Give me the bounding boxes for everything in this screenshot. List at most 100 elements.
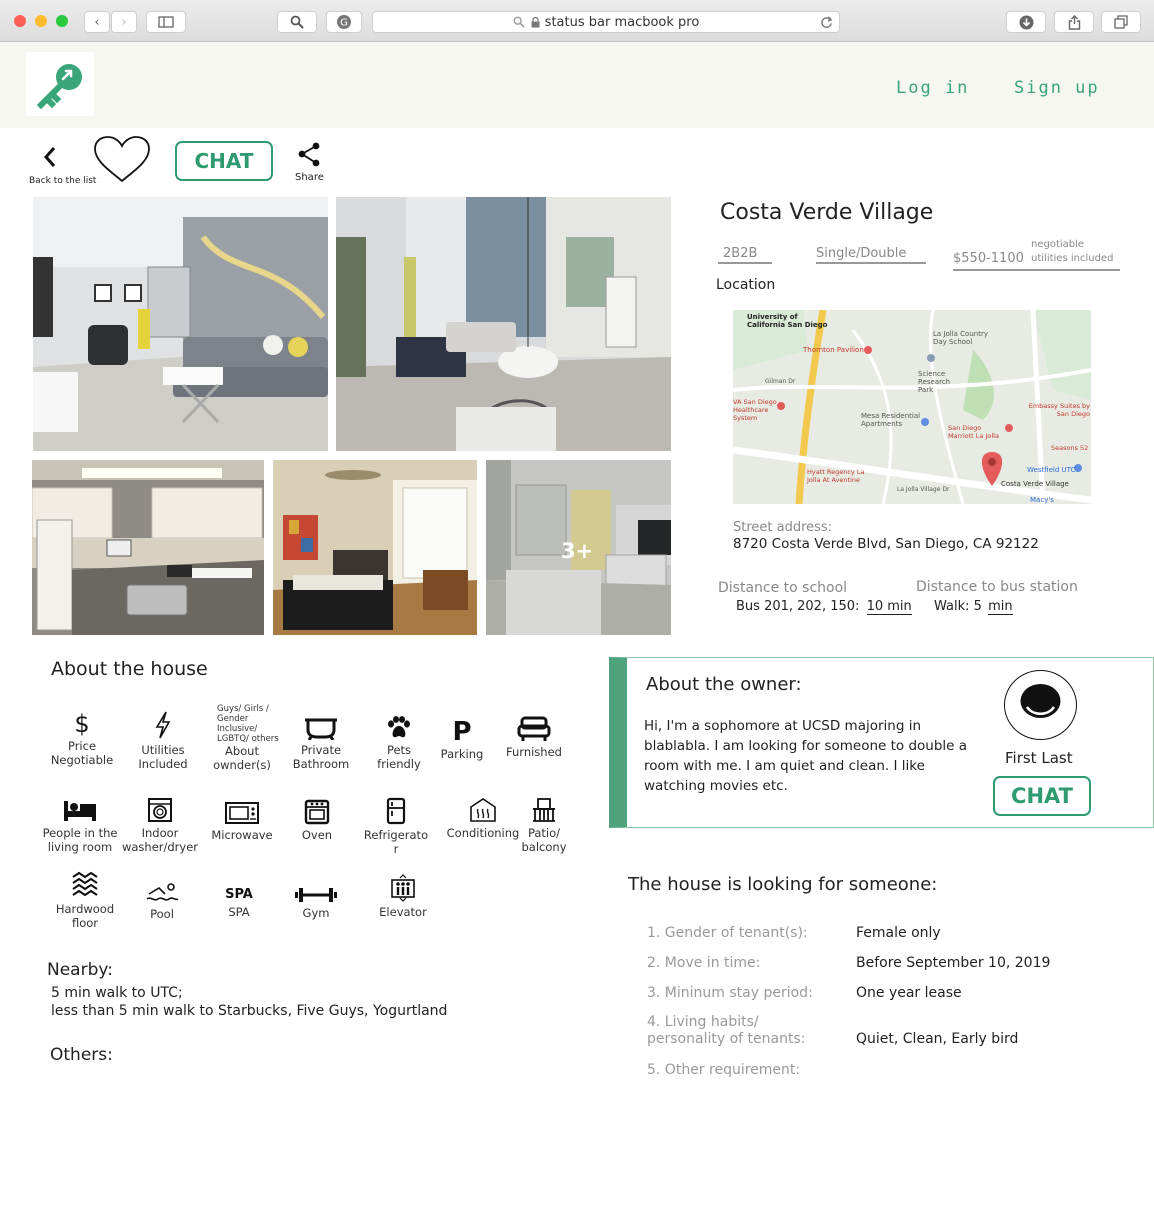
login-link[interactable]: Log in xyxy=(896,78,969,98)
search-icon xyxy=(513,16,525,28)
browser-forward-button[interactable]: › xyxy=(111,11,137,33)
listing-title: Costa Verde Village xyxy=(720,200,934,225)
tabs-overview-button[interactable] xyxy=(1101,11,1141,33)
svg-text:P: P xyxy=(452,717,471,744)
map-label-science-park: Science Research Park xyxy=(918,370,951,394)
price-tag: $550-1100 negotiable utilities included xyxy=(953,239,1120,271)
distance-school-value: Bus 201, 202, 150: 10 min xyxy=(736,599,912,615)
photo-bedroom[interactable] xyxy=(273,460,477,635)
ac-icon xyxy=(470,798,496,822)
map-label-seasons: Seasons 52 xyxy=(1051,444,1089,452)
dumbbell-icon xyxy=(295,888,337,902)
amenity-people-living-room: People in the living room xyxy=(35,799,125,855)
owner-chat-button[interactable]: CHAT xyxy=(993,776,1091,816)
location-label: Location xyxy=(716,277,776,293)
grammarly-button[interactable]: G xyxy=(326,11,362,33)
share-label: Share xyxy=(295,172,324,183)
hardwood-icon xyxy=(72,871,98,897)
back-to-list-button[interactable]: Back to the list xyxy=(28,142,98,188)
browser-window: ‹ › G status bar macbook pro Log in Sign… xyxy=(0,0,1154,1206)
amenity-elevator: Elevator xyxy=(358,874,448,919)
download-icon xyxy=(1019,15,1033,29)
chevron-left-icon xyxy=(43,147,56,167)
minimize-window-button[interactable] xyxy=(35,15,47,27)
more-photos-label: 3+ xyxy=(561,539,594,563)
requirement-habits-key: 4. Living habits/ personality of tenants… xyxy=(647,1014,806,1047)
photo-kitchen[interactable] xyxy=(32,460,264,635)
signup-link[interactable]: Sign up xyxy=(1014,78,1100,98)
owner-avatar[interactable] xyxy=(1004,670,1077,740)
occupancy-tag: Single/Double xyxy=(816,246,926,264)
map-label-macys: Macy's xyxy=(1030,496,1054,504)
back-to-list-label: Back to the list xyxy=(29,176,97,186)
requirement-other-key: 5. Other requirement: xyxy=(647,1062,801,1078)
location-map[interactable]: University of California San Diego Thorn… xyxy=(733,310,1091,504)
share-icon xyxy=(1068,14,1080,30)
fridge-icon xyxy=(386,797,406,825)
chat-button[interactable]: CHAT xyxy=(175,141,273,181)
parking-icon: P xyxy=(452,717,471,744)
amenity-oven: Oven xyxy=(272,799,362,842)
map-label-gilman: Gilman Dr xyxy=(765,378,796,385)
paw-icon xyxy=(388,716,410,738)
map-label-embassy: Embassy Suites by San Diego xyxy=(1028,402,1090,418)
amenity-private-bathroom: Private Bathroom xyxy=(276,716,366,772)
share-browser-button[interactable] xyxy=(1054,11,1094,33)
map-label-mesa: Mesa Residential Apartments xyxy=(861,412,921,428)
downloads-button[interactable] xyxy=(1006,11,1046,33)
share-icon xyxy=(298,142,320,167)
amenity-about-owners: Guys/ Girls / Gender Inclusive/ LGBTQ/ o… xyxy=(213,704,279,773)
distance-bus-label: Distance to bus station xyxy=(916,579,1078,595)
amenity-price-negotiable: $ Price Negotiable xyxy=(50,710,114,768)
amenity-patio-balcony: Patio/ balcony xyxy=(499,797,589,855)
amenity-washer-dryer: Indoor washer/dryer xyxy=(115,797,205,855)
search-button[interactable] xyxy=(277,11,317,33)
school-time: 10 min xyxy=(866,599,912,615)
close-window-button[interactable] xyxy=(14,15,26,27)
reload-icon[interactable] xyxy=(820,16,833,29)
requirement-move-in-value: Before September 10, 2019 xyxy=(856,955,1051,971)
owner-bio: Hi, I'm a sophomore at UCSD majoring in … xyxy=(644,718,968,794)
street-label: Street address: xyxy=(733,520,833,535)
bed-icon xyxy=(64,801,96,821)
sidebar-toggle-button[interactable] xyxy=(146,11,186,33)
map-label-country-day: La Jolla Country Day School xyxy=(933,330,988,346)
street-address: 8720 Costa Verde Blvd, San Diego, CA 921… xyxy=(733,536,1039,552)
key-logo-icon xyxy=(36,64,82,109)
site-logo[interactable] xyxy=(26,52,94,116)
url-text: status bar macbook pro xyxy=(544,14,700,30)
browser-toolbar: ‹ › G status bar macbook pro xyxy=(0,0,1154,42)
washer-icon xyxy=(148,798,172,822)
lightning-icon xyxy=(155,711,171,739)
requirement-move-in-key: 2. Move in time: xyxy=(647,955,761,971)
distance-school-label: Distance to school xyxy=(718,580,848,596)
others-title: Others: xyxy=(50,1045,113,1065)
oven-icon xyxy=(304,799,330,825)
bus-walk: Walk: 5 xyxy=(934,599,982,614)
map-label-marriott: San Diego Marriott La Jolla xyxy=(948,424,999,440)
elevator-icon xyxy=(391,874,415,902)
photo-living-room[interactable] xyxy=(33,197,328,451)
room-type-tag: 2B2B xyxy=(718,246,772,264)
map-label-costa-verde: Costa Verde Village xyxy=(1001,480,1069,488)
sidebar-icon xyxy=(158,16,174,28)
tabs-icon xyxy=(1114,15,1128,29)
address-bar[interactable]: status bar macbook pro xyxy=(372,11,840,33)
photo-dining-room[interactable] xyxy=(336,197,671,451)
requirement-gender-value: Female only xyxy=(856,925,941,941)
browser-back-button[interactable]: ‹ xyxy=(84,11,110,33)
looking-title: The house is looking for someone: xyxy=(628,874,938,895)
dollar-icon: $ xyxy=(74,710,89,736)
favorite-button[interactable] xyxy=(93,136,153,186)
site-header: Log in Sign up xyxy=(0,42,1154,128)
zoom-window-button[interactable] xyxy=(56,15,68,27)
photo-more-gallery[interactable]: 3+ xyxy=(486,460,671,635)
amenity-gym: Gym xyxy=(271,887,361,920)
map-label-lj-village-dr: La Jolla Village Dr xyxy=(897,486,950,493)
microwave-icon xyxy=(225,802,259,824)
owner-name: First Last xyxy=(1005,749,1073,767)
svg-text:G: G xyxy=(340,18,348,29)
school-bus-routes: Bus 201, 202, 150: xyxy=(736,599,860,614)
amenity-utilities-included: Utilities Included xyxy=(118,710,208,772)
share-button[interactable]: Share xyxy=(292,142,328,184)
